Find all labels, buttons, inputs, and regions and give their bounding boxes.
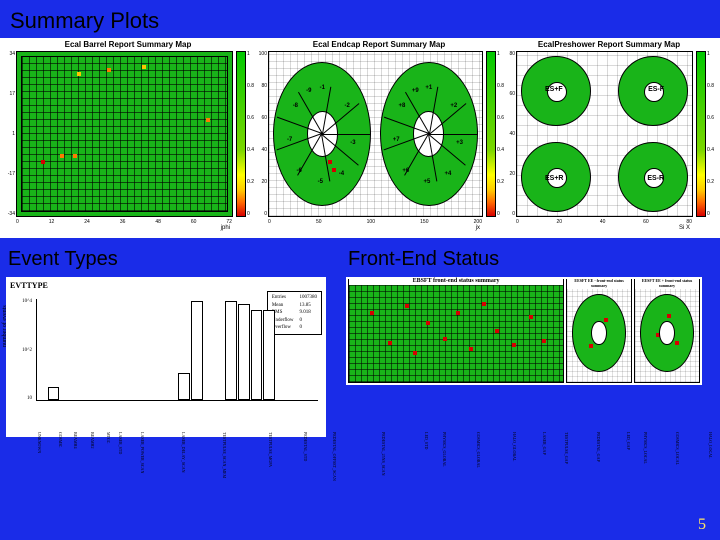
preshower-title: EcalPreshower Report Summary Map: [504, 40, 714, 49]
evttype-category-label: LASER_GAP: [542, 432, 547, 455]
fes-ee-plus-plot: EESFT EE + front-end status summary: [634, 279, 700, 383]
evttype-bar: [191, 301, 203, 400]
preshower-summary-plot: EcalPreshower Report Summary Map 80 60 4…: [504, 40, 714, 232]
fes-barrel-plot: EBSFT front-end status summary: [348, 279, 564, 383]
summary-plots-row: Ecal Barrel Report Summary Map 34 17 1 -…: [0, 38, 720, 238]
evttype-bar: [251, 310, 263, 400]
evttype-ylabel: number of events: [2, 305, 8, 347]
fes-ee-plots: EESFT EE - front-end status summary EESF…: [566, 279, 700, 383]
evttype-category-label: LASER_POWER_SCAN: [140, 432, 145, 473]
fes-ee-plus-title: EESFT EE + front-end status summary: [635, 278, 699, 289]
evttype-bar: [225, 301, 237, 400]
barrel-grid: [16, 51, 233, 217]
evttype-bar: [178, 373, 190, 400]
barrel-zbar: [236, 51, 246, 217]
preshower-grid: ES+F ES-F ES+R ES-R: [516, 51, 693, 217]
event-types-col: Event Types EVTTYPE Entries1007380 Mean1…: [6, 244, 326, 437]
evttype-bar: [263, 310, 275, 400]
evttype-category-label: PEDESTAL_25NS_SCAN: [381, 432, 386, 475]
evttype-category-label: BEAMH4: [73, 432, 78, 448]
page-number: 5: [698, 516, 706, 534]
fes-ee-minus-plot: EESFT EE - front-end status summary: [566, 279, 632, 383]
barrel-summary-plot: Ecal Barrel Report Summary Map 34 17 1 -…: [2, 40, 254, 232]
endcap-title: Ecal Endcap Report Summary Map: [254, 40, 504, 49]
endcap-zbar: [486, 51, 496, 217]
evttype-category-label: LASER_STD: [118, 432, 123, 454]
evttype-bars: [37, 299, 318, 400]
evttype-category-label: PHYSICS_GLOBAL: [442, 432, 447, 467]
evttype-title: EVTTYPE: [10, 281, 322, 290]
evttype-category-label: TESTPULSE_MGPA: [268, 432, 273, 467]
evttype-xlabels: UNKNOWNCOSMICBEAMH4BEAMH2MTCCLASER_STDLA…: [36, 430, 318, 435]
evttype-category-label: PHYSICS_LOCAL: [643, 432, 648, 464]
evttype-category-label: LASER_DELAY_SCAN: [181, 432, 186, 473]
evttype-category-label: PEDESTAL_GAP: [596, 432, 601, 462]
evttype-category-label: PEDESTAL_OFFSET_SCAN: [332, 432, 337, 481]
fes-barrel-title: EBSFT front-end status summary: [349, 278, 563, 285]
evttype-category-label: COSMICS_GLOBAL: [476, 432, 481, 468]
row2: Event Types EVTTYPE Entries1007380 Mean1…: [0, 244, 720, 437]
evttype-category-label: HALO_GLOBAL: [512, 432, 517, 461]
preshower-zbar: [696, 51, 706, 217]
endcap-xlabel: jx: [254, 225, 480, 231]
evttype-category-label: PEDESTAL_STD: [303, 432, 308, 461]
preshower-zticks: 0 0.2 0.4 0.6 0.8 1: [707, 51, 714, 217]
section-title-front-end: Front-End Status: [348, 248, 700, 271]
evttype-category-label: COSMIC: [58, 432, 63, 447]
evttype-category-label: TESTPULSE_GAP: [564, 432, 569, 464]
evttype-category-label: COSMICS_LOCAL: [675, 432, 680, 465]
evttype-category-label: LED_STD: [424, 432, 429, 449]
barrel-zticks: 0 0.2 0.4 0.6 0.8 1: [247, 51, 254, 217]
ee-minus-ring: -1 -2 -3 -4 -5 -6 -7 -8 -9: [273, 62, 371, 206]
evttype-category-label: UNKNOWN: [37, 432, 42, 453]
ee-plus-ring: +1 +2 +3 +4 +5 +6 +7 +8 +9: [380, 62, 478, 206]
evttype-category-label: BEAMH2: [90, 432, 95, 448]
evttype-bar: [238, 304, 250, 400]
evttype-yticks: 10^4 10^2 10: [10, 299, 32, 401]
endcap-summary-plot: Ecal Endcap Report Summary Map 100 80 60…: [254, 40, 504, 232]
front-end-col: Front-End Status EBSFT front-end status …: [346, 244, 702, 437]
section-title-event-types: Event Types: [8, 248, 324, 271]
endcap-grid: -1 -2 -3 -4 -5 -6 -7 -8 -9: [268, 51, 483, 217]
evttype-category-label: LED_GAP: [626, 432, 631, 450]
evttype-category-label: MTCC: [106, 432, 111, 443]
evttype-category-label: HALO_LOCAL: [708, 432, 713, 458]
preshower-yticks: 80 60 40 20 0: [504, 51, 516, 217]
preshower-xlabel: Si X: [504, 225, 690, 231]
evttype-category-label: TESTPULSE_SCAN_MEM: [222, 432, 227, 478]
fes-panel: EBSFT front-end status summary EESFT EE …: [346, 277, 702, 385]
event-types-plot: EVTTYPE Entries1007380 Mean13.85 RMS9.01…: [6, 277, 326, 437]
endcap-zticks: 0 0.2 0.4 0.6 0.8 1: [497, 51, 504, 217]
evttype-bar: [48, 387, 60, 400]
barrel-xlabel: jphi: [2, 225, 230, 231]
endcap-yticks: 100 80 60 40 20 0: [254, 51, 268, 217]
barrel-title: Ecal Barrel Report Summary Map: [2, 40, 254, 49]
section-title-summary: Summary Plots: [0, 0, 720, 38]
barrel-yticks: 34 17 1 -17 -34: [2, 51, 16, 217]
fes-ee-minus-title: EESFT EE - front-end status summary: [567, 278, 631, 289]
evttype-axes: [36, 299, 318, 401]
